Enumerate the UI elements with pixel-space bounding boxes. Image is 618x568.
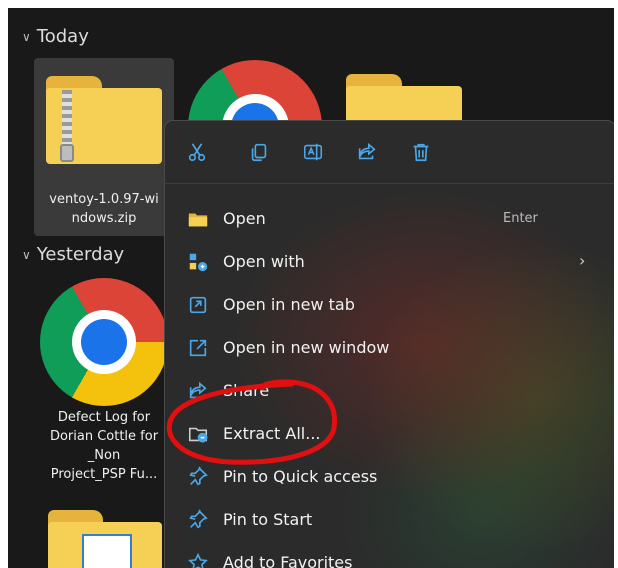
copy-icon xyxy=(251,143,267,162)
menu-item-open[interactable]: Open Enter xyxy=(165,199,614,239)
file-explorer-window: ∨ Today ventoy-1.0.97-wi ndows.zip ∨ Yes… xyxy=(8,8,614,568)
cut-button[interactable] xyxy=(179,135,215,169)
chrome-icon xyxy=(40,278,168,406)
rename-button[interactable] xyxy=(295,135,331,169)
menu-item-label: Open in new window xyxy=(223,338,390,357)
share-icon xyxy=(189,381,207,399)
folder-icon[interactable] xyxy=(48,510,162,568)
group-header-today[interactable]: ∨ Today xyxy=(22,26,89,47)
menu-item-add-favorites[interactable]: Add to Favorites xyxy=(165,543,614,568)
delete-button[interactable] xyxy=(403,135,439,169)
cut-icon xyxy=(188,143,206,162)
delete-icon xyxy=(413,143,429,162)
pin-icon xyxy=(189,509,208,529)
group-label: Today xyxy=(36,26,89,47)
menu-item-label: Open with xyxy=(223,252,305,271)
file-name-line: _Non xyxy=(87,448,121,463)
share-button[interactable] xyxy=(349,135,385,169)
group-header-yesterday[interactable]: ∨ Yesterday xyxy=(22,244,124,265)
file-defect-log[interactable]: Defect Log for Dorian Cottle for _Non Pr… xyxy=(34,274,174,488)
menu-item-shortcut: Enter xyxy=(503,211,538,226)
context-menu-toolbar xyxy=(165,121,614,184)
menu-item-share[interactable]: Share xyxy=(165,371,614,411)
menu-item-label: Open xyxy=(223,209,266,228)
extract-icon xyxy=(188,427,208,443)
share-icon xyxy=(358,142,376,160)
file-zip[interactable]: ventoy-1.0.97-wi ndows.zip xyxy=(34,58,174,236)
menu-item-open-with[interactable]: Open with › xyxy=(165,242,614,282)
zip-folder-icon xyxy=(46,76,162,164)
menu-item-extract-all[interactable]: Extract All... xyxy=(165,414,614,454)
menu-item-label: Share xyxy=(223,381,270,400)
menu-item-label: Open in new tab xyxy=(223,295,355,314)
file-name-line: Defect Log for xyxy=(57,410,151,425)
file-name-line: Project_PSP Fu... xyxy=(50,467,158,482)
menu-item-label: Add to Favorites xyxy=(223,553,353,568)
group-label: Yesterday xyxy=(36,244,125,265)
file-name-line: ndows.zip xyxy=(71,211,137,226)
menu-item-label: Pin to Start xyxy=(223,510,313,529)
chevron-right-icon: › xyxy=(579,251,586,270)
context-menu: Open Enter Open with › Open in new tab O… xyxy=(164,120,614,568)
folder-open-icon xyxy=(188,213,208,227)
star-icon xyxy=(188,552,208,568)
chevron-down-icon: ∨ xyxy=(22,247,31,262)
pin-icon xyxy=(189,466,208,486)
menu-item-open-new-window[interactable]: Open in new window xyxy=(165,328,614,368)
new-window-icon xyxy=(189,339,207,357)
menu-item-pin-start[interactable]: Pin to Start xyxy=(165,500,614,540)
rename-icon xyxy=(303,143,323,161)
menu-item-label: Extract All... xyxy=(223,424,321,443)
new-tab-icon xyxy=(189,296,207,314)
menu-item-open-new-tab[interactable]: Open in new tab xyxy=(165,285,614,325)
chevron-down-icon: ∨ xyxy=(22,29,31,44)
file-name-line: ventoy-1.0.97-wi xyxy=(49,192,159,207)
menu-item-label: Pin to Quick access xyxy=(223,467,378,486)
open-with-icon xyxy=(189,253,208,272)
menu-item-pin-quick-access[interactable]: Pin to Quick access xyxy=(165,457,614,497)
file-name-line: Dorian Cottle for xyxy=(49,429,159,444)
copy-button[interactable] xyxy=(241,135,277,169)
